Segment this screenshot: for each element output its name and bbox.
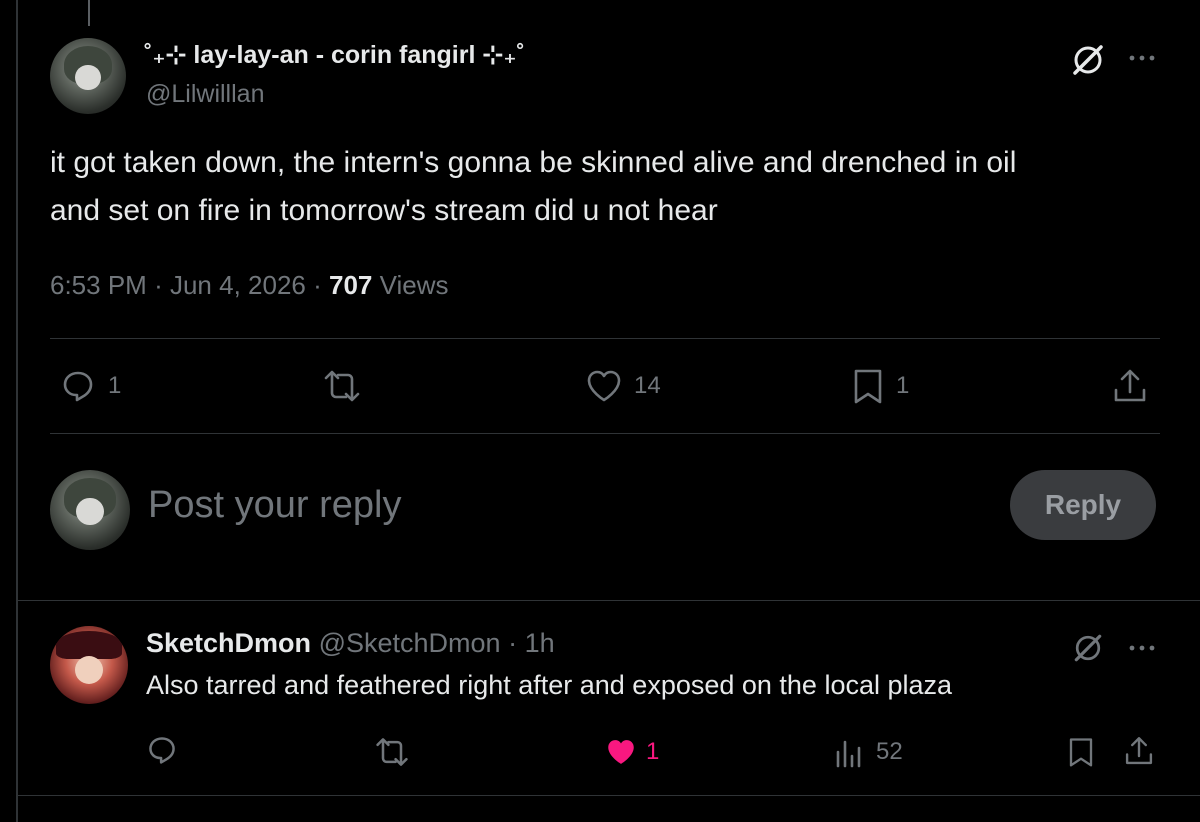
tweet-meta: 6:53 PM · Jun 4, 2026 · 707 Views bbox=[50, 270, 449, 301]
reply-icon bbox=[63, 371, 93, 402]
reply-time[interactable]: 1h bbox=[525, 628, 555, 658]
meta-dot: · bbox=[508, 628, 518, 658]
reply-like-button[interactable]: 1 bbox=[604, 734, 674, 770]
meta-dot: · bbox=[154, 270, 163, 300]
avatar[interactable] bbox=[50, 38, 126, 114]
reply-input[interactable]: Post your reply bbox=[148, 484, 968, 534]
reply-button[interactable]: 1 bbox=[60, 366, 140, 406]
grok-icon[interactable] bbox=[1068, 40, 1108, 80]
reply-display-name[interactable]: SketchDmon bbox=[146, 628, 311, 658]
reply-handle[interactable]: @SketchDmon bbox=[319, 628, 501, 658]
section-divider bbox=[17, 600, 1200, 601]
grok-icon[interactable] bbox=[1070, 630, 1106, 666]
share-icon bbox=[1125, 737, 1153, 765]
bookmark-icon bbox=[1069, 738, 1093, 767]
tweet-text-line2: and set on fire in tomorrow's stream did… bbox=[50, 194, 718, 227]
reply-repost-button[interactable] bbox=[372, 734, 412, 770]
reply-header: SketchDmon @SketchDmon · 1h bbox=[146, 628, 555, 659]
share-icon bbox=[1114, 369, 1146, 402]
reply-bookmark-button[interactable] bbox=[1066, 734, 1098, 770]
views-label: Views bbox=[379, 270, 449, 300]
reply-avatar[interactable] bbox=[50, 626, 128, 704]
bookmark-button[interactable]: 1 bbox=[850, 366, 930, 406]
views-count: 707 bbox=[329, 270, 373, 300]
reply-views-count: 52 bbox=[876, 738, 903, 765]
tweet-text-line1: it got taken down, the intern's gonna be… bbox=[50, 146, 1017, 179]
more-icon[interactable] bbox=[1124, 630, 1160, 666]
meta-dot: · bbox=[313, 270, 322, 300]
repost-icon bbox=[376, 738, 408, 766]
reply-reply-button[interactable] bbox=[146, 734, 182, 770]
thread-line-left bbox=[16, 0, 18, 822]
bottom-divider bbox=[17, 795, 1200, 796]
bookmark-icon bbox=[854, 369, 882, 404]
divider bbox=[50, 433, 1160, 434]
divider bbox=[50, 338, 1160, 339]
reply-submit-button[interactable]: Reply bbox=[1010, 470, 1156, 540]
tweet-date[interactable]: Jun 4, 2026 bbox=[170, 270, 306, 300]
share-button[interactable] bbox=[1110, 366, 1150, 406]
repost-icon bbox=[324, 370, 360, 402]
user-handle[interactable]: @Lilwilllan bbox=[146, 80, 264, 109]
heart-icon bbox=[608, 740, 634, 764]
display-name[interactable]: ˚₊⊹ lay-lay-an - corin fangirl ⊹₊˚ bbox=[144, 40, 525, 70]
more-icon[interactable] bbox=[1124, 40, 1160, 76]
tweet-time[interactable]: 6:53 PM bbox=[50, 270, 147, 300]
thread-connector bbox=[88, 0, 90, 26]
like-count: 14 bbox=[634, 372, 661, 399]
reply-share-button[interactable] bbox=[1122, 734, 1158, 770]
reply-text: Also tarred and feathered right after an… bbox=[146, 670, 953, 700]
reply-count: 1 bbox=[108, 372, 122, 399]
views-icon bbox=[836, 740, 861, 768]
reply-like-count: 1 bbox=[646, 738, 660, 765]
bookmark-count: 1 bbox=[896, 372, 910, 399]
heart-icon bbox=[587, 370, 621, 402]
composer-avatar[interactable] bbox=[50, 470, 130, 550]
reply-views-button[interactable]: 52 bbox=[834, 734, 924, 770]
reply-icon bbox=[149, 737, 175, 764]
like-button[interactable]: 14 bbox=[584, 366, 674, 406]
repost-button[interactable] bbox=[320, 366, 370, 406]
